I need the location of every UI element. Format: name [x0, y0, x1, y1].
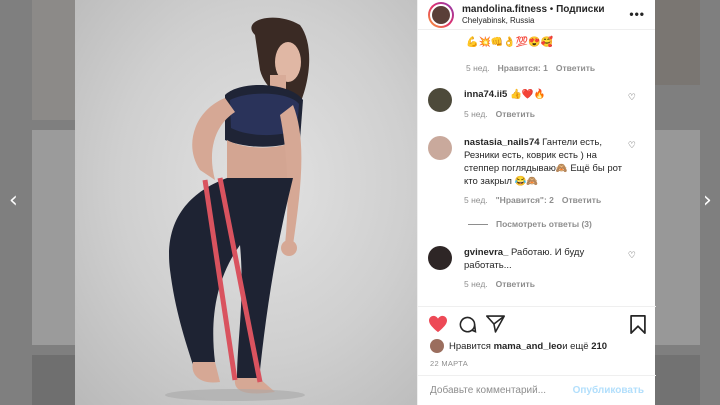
commenter-avatar[interactable] [428, 88, 452, 112]
comment-item: gvinevra_ Работаю. И буду работать... 5 … [428, 246, 648, 289]
view-replies-button[interactable]: Посмотреть ответы (3) [468, 219, 592, 229]
background-thumbnail [32, 355, 75, 405]
reply-button[interactable]: Ответить [556, 63, 595, 73]
comment-meta: 5 нед. Ответить [464, 279, 632, 289]
next-post-arrow-icon[interactable]: › [703, 190, 712, 212]
comment-composer: Добавьте комментарий... Опубликовать [418, 375, 656, 405]
view-replies-label[interactable]: Посмотреть ответы (3) [496, 219, 592, 229]
background-thumbnail [655, 0, 700, 85]
replies-divider [468, 223, 488, 225]
comment-time[interactable]: 5 нед. [464, 109, 488, 119]
comment-like-heart-icon[interactable]: ♡ [628, 251, 636, 261]
comment-text: 👍❤️🔥 [509, 89, 546, 100]
author-avatar[interactable] [428, 1, 454, 28]
comment-meta: 5 нед. Нравится: 1 Ответить [466, 63, 595, 73]
background-thumbnail [655, 355, 700, 405]
comment-likes[interactable]: "Нравится": 2 [496, 195, 554, 205]
more-dots-icon[interactable]: ••• [629, 7, 645, 21]
likes-suffix: и ещё [562, 340, 589, 352]
header-separator: • [547, 4, 557, 15]
post-date[interactable]: 22 МАРТА [430, 359, 468, 368]
save-bookmark-icon[interactable] [630, 315, 646, 334]
previous-post-arrow-icon[interactable]: ‹ [9, 190, 18, 212]
background-thumbnail [32, 130, 75, 345]
likes-count[interactable]: 210 [591, 341, 607, 352]
commenter-username[interactable]: inna74.ii5 [464, 89, 507, 100]
commenter-avatar[interactable] [428, 136, 452, 160]
post-actions-bar [418, 306, 656, 340]
background-thumbnail [655, 130, 700, 345]
liker-avatar [430, 339, 444, 353]
post-header: mandolina.fitness • Подписки Chelyabinsk… [418, 0, 655, 30]
post-side-panel: mandolina.fitness • Подписки Chelyabinsk… [417, 0, 656, 405]
author-username[interactable]: mandolina.fitness [462, 4, 547, 15]
comment-time[interactable]: 5 нед. [464, 195, 488, 205]
comment-input[interactable]: Добавьте комментарий... [430, 385, 546, 396]
likes-prefix: Нравится [449, 340, 491, 352]
comment-meta: 5 нед. Ответить [464, 109, 632, 119]
likes-summary: Нравится mama_and_leo и ещё 210 [430, 339, 607, 353]
reply-button[interactable]: Ответить [496, 109, 535, 119]
publish-button[interactable]: Опубликовать [573, 385, 644, 396]
comment-like-heart-icon[interactable]: ♡ [628, 141, 636, 151]
reply-button[interactable]: Ответить [496, 279, 535, 289]
commenter-username[interactable]: gvinevra_ [464, 247, 508, 258]
background-thumbnail [32, 0, 75, 120]
post-modal: mandolina.fitness • Подписки Chelyabinsk… [75, 0, 656, 405]
comment-item: inna74.ii5 👍❤️🔥 5 нед. Ответить [428, 88, 648, 119]
reply-button[interactable]: Ответить [562, 195, 601, 205]
share-paper-plane-icon[interactable] [486, 315, 505, 333]
comment-likes[interactable]: Нравится: 1 [498, 63, 548, 73]
comment-bubble-icon[interactable] [458, 315, 477, 334]
first-comment-text: 💪💥👊👌💯😍🥰 [466, 37, 554, 48]
commenter-avatar[interactable] [428, 246, 452, 270]
post-photo [75, 0, 417, 405]
comment-item: nastasia_nails74 Гантели есть, Резники е… [428, 136, 648, 205]
like-heart-icon[interactable] [428, 315, 448, 333]
post-location[interactable]: Chelyabinsk, Russia [462, 16, 605, 25]
comment-time[interactable]: 5 нед. [466, 63, 490, 73]
comment-meta: 5 нед. "Нравится": 2 Ответить [464, 195, 632, 205]
post-photo-illustration [165, 17, 310, 401]
following-button[interactable]: Подписки [556, 4, 604, 15]
commenter-username[interactable]: nastasia_nails74 [464, 137, 540, 148]
comment-like-heart-icon[interactable]: ♡ [628, 93, 636, 103]
comments-list: 💪💥👊👌💯😍🥰 5 нед. Нравится: 1 Ответить inna… [418, 31, 656, 305]
liker-username[interactable]: mama_and_leo [494, 341, 563, 352]
comment-time[interactable]: 5 нед. [464, 279, 488, 289]
